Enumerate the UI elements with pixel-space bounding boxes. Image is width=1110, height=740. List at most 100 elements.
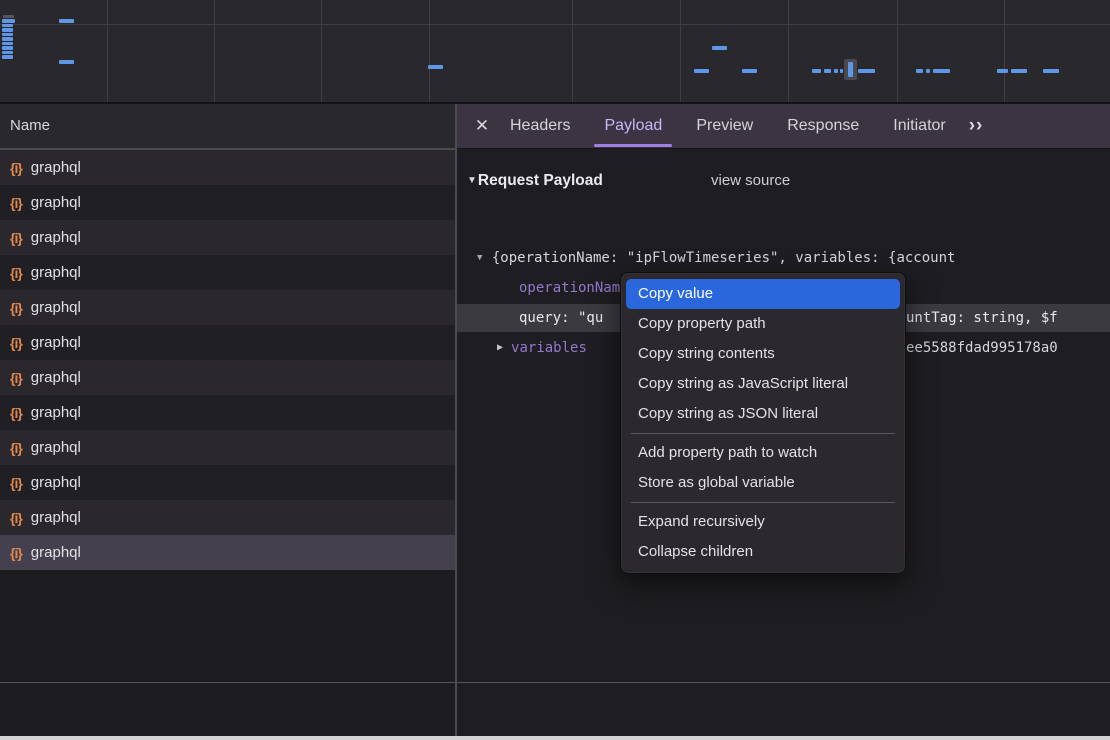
tab-response[interactable]: Response <box>787 104 859 148</box>
overview-gridline <box>897 0 898 102</box>
overview-gridline <box>429 0 430 102</box>
context-menu-item[interactable]: Copy string contents <box>621 339 905 369</box>
table-row[interactable]: {i} graphql <box>0 255 455 290</box>
payload-section-title: Request Payload <box>478 172 603 189</box>
context-menu-item[interactable]: Copy property path <box>621 309 905 339</box>
table-row[interactable]: {i}graphql <box>0 150 455 185</box>
context-menu-item[interactable]: Copy string as JavaScript literal <box>621 369 905 399</box>
request-timing-bar <box>2 24 13 28</box>
request-timing-bar <box>2 42 13 46</box>
json-file-icon: {i} <box>10 405 22 421</box>
name-column-header[interactable]: Name <box>0 104 455 150</box>
table-row[interactable]: {i} graphql <box>0 185 455 220</box>
context-menu-separator <box>631 433 895 434</box>
request-list: {i} graphql {i} graphql {i} graphql {i} graphql… <box>0 150 455 570</box>
context-menu: Copy valueCopy property pathCopy string … <box>620 272 906 574</box>
overview-gridline <box>680 0 681 102</box>
table-row[interactable]: {i} graphql <box>0 290 455 325</box>
request-name-label: graphql <box>31 474 81 491</box>
json-file-icon: {i} <box>10 475 22 491</box>
close-icon: ✕ <box>475 116 489 135</box>
context-menu-item[interactable]: Collapse children <box>621 537 905 567</box>
request-timing-bar <box>2 33 13 37</box>
json-file-icon: {i} <box>10 335 22 351</box>
table-row[interactable]: {i} graphql <box>0 325 455 360</box>
overview-gridline <box>107 0 108 102</box>
json-file-icon: {i} <box>10 545 22 561</box>
table-row[interactable]: {i} graphql <box>0 465 455 500</box>
tab-initiator[interactable]: Initiator <box>893 104 945 148</box>
table-row[interactable]: {i}graphql <box>0 220 455 255</box>
request-timing-bar <box>834 69 838 73</box>
requests-panel: Name {i}graphql{i}graphql{i}graphql{i}gr… <box>0 104 455 736</box>
network-overview[interactable] <box>0 0 1110 104</box>
request-timing-bar <box>2 19 15 23</box>
request-timing-bar <box>694 69 709 73</box>
table-row[interactable]: {i}graphql <box>0 500 455 535</box>
context-menu-item[interactable]: Add property path to watch <box>621 438 905 468</box>
request-timing-bar <box>840 69 843 73</box>
tab-preview[interactable]: Preview <box>696 104 753 148</box>
request-name-label: graphql <box>31 194 81 211</box>
tab-payload[interactable]: Payload <box>604 104 662 148</box>
json-key: variables <box>511 340 587 356</box>
json-file-icon: {i} <box>10 195 22 211</box>
json-file-icon: {i} <box>10 370 22 386</box>
request-timing-bar <box>1043 69 1059 73</box>
selected-request-bar <box>848 62 853 77</box>
request-timing-bar <box>2 37 13 41</box>
request-name-label: graphql <box>31 509 81 526</box>
tab-headers[interactable]: Headers <box>510 104 570 148</box>
request-name-label: graphql <box>31 439 81 456</box>
request-timing-bar <box>926 69 930 73</box>
request-timing-bar <box>59 19 74 23</box>
devtools-network-panel: Name {i}graphql{i}graphql{i}graphql{i}gr… <box>0 0 1110 740</box>
json-file-icon: {i} <box>10 265 22 281</box>
request-timing-bar <box>2 51 13 55</box>
request-name-label: graphql <box>31 334 81 351</box>
context-menu-item[interactable]: Expand recursively <box>621 507 905 537</box>
table-row[interactable]: {i} graphql <box>0 395 455 430</box>
request-payload-header[interactable]: ▼Request Payload <box>467 168 603 194</box>
table-row[interactable]: {i} graphql <box>0 360 455 395</box>
more-tabs-button[interactable]: ›› <box>969 115 984 137</box>
selected-request-marker <box>844 59 857 80</box>
detail-tab-bar: ✕ Headers Payload Preview Response Initiator… <box>457 104 1110 149</box>
table-row[interactable]: {i}graphql <box>0 535 455 570</box>
variables-row-right-fragment: ee5588fdad995178a0 <box>906 334 1058 362</box>
overview-gridline <box>788 0 789 102</box>
overview-gridline <box>1004 0 1005 102</box>
context-menu-item[interactable]: Copy string as JSON literal <box>621 399 905 429</box>
disclosure-triangle-icon: ▶ <box>497 342 503 353</box>
context-menu-item[interactable]: Store as global variable <box>621 468 905 498</box>
request-timing-bar <box>742 69 757 73</box>
overview-gridline <box>572 0 573 102</box>
request-name-label: graphql <box>31 369 81 386</box>
close-panel-button[interactable]: ✕ <box>471 116 493 136</box>
query-row-right-fragment: untTag: string, $f <box>906 304 1058 332</box>
request-timing-bar <box>428 65 443 69</box>
json-file-icon: {i} <box>10 230 22 246</box>
request-name-label: graphql <box>31 404 81 421</box>
json-file-icon: {i} <box>10 300 22 316</box>
request-name-label: graphql <box>31 299 81 316</box>
request-timing-bar <box>824 69 831 73</box>
bottom-page-edge <box>0 736 1110 740</box>
table-row[interactable]: {i}graphql <box>0 430 455 465</box>
request-timing-bar <box>2 28 13 32</box>
request-timing-bar <box>1011 69 1027 73</box>
request-timing-bar <box>2 55 13 59</box>
request-timing-bar <box>812 69 821 73</box>
view-source-link[interactable]: view source <box>711 168 790 194</box>
request-name-label: graphql <box>31 159 81 176</box>
context-menu-separator <box>631 502 895 503</box>
query-row-left-fragment: query: "qu <box>519 310 603 326</box>
request-timing-bar <box>916 69 923 73</box>
tree-preview-row[interactable]: ▼ {operationName: "ipFlowTimeseries", va… <box>457 244 1110 272</box>
request-timing-bar <box>59 60 74 64</box>
disclosure-triangle-icon: ▼ <box>477 253 482 263</box>
context-menu-item[interactable]: Copy value <box>626 279 900 309</box>
request-timing-bar <box>712 46 727 50</box>
request-timing-bar <box>933 69 950 73</box>
request-name-label: graphql <box>31 264 81 281</box>
